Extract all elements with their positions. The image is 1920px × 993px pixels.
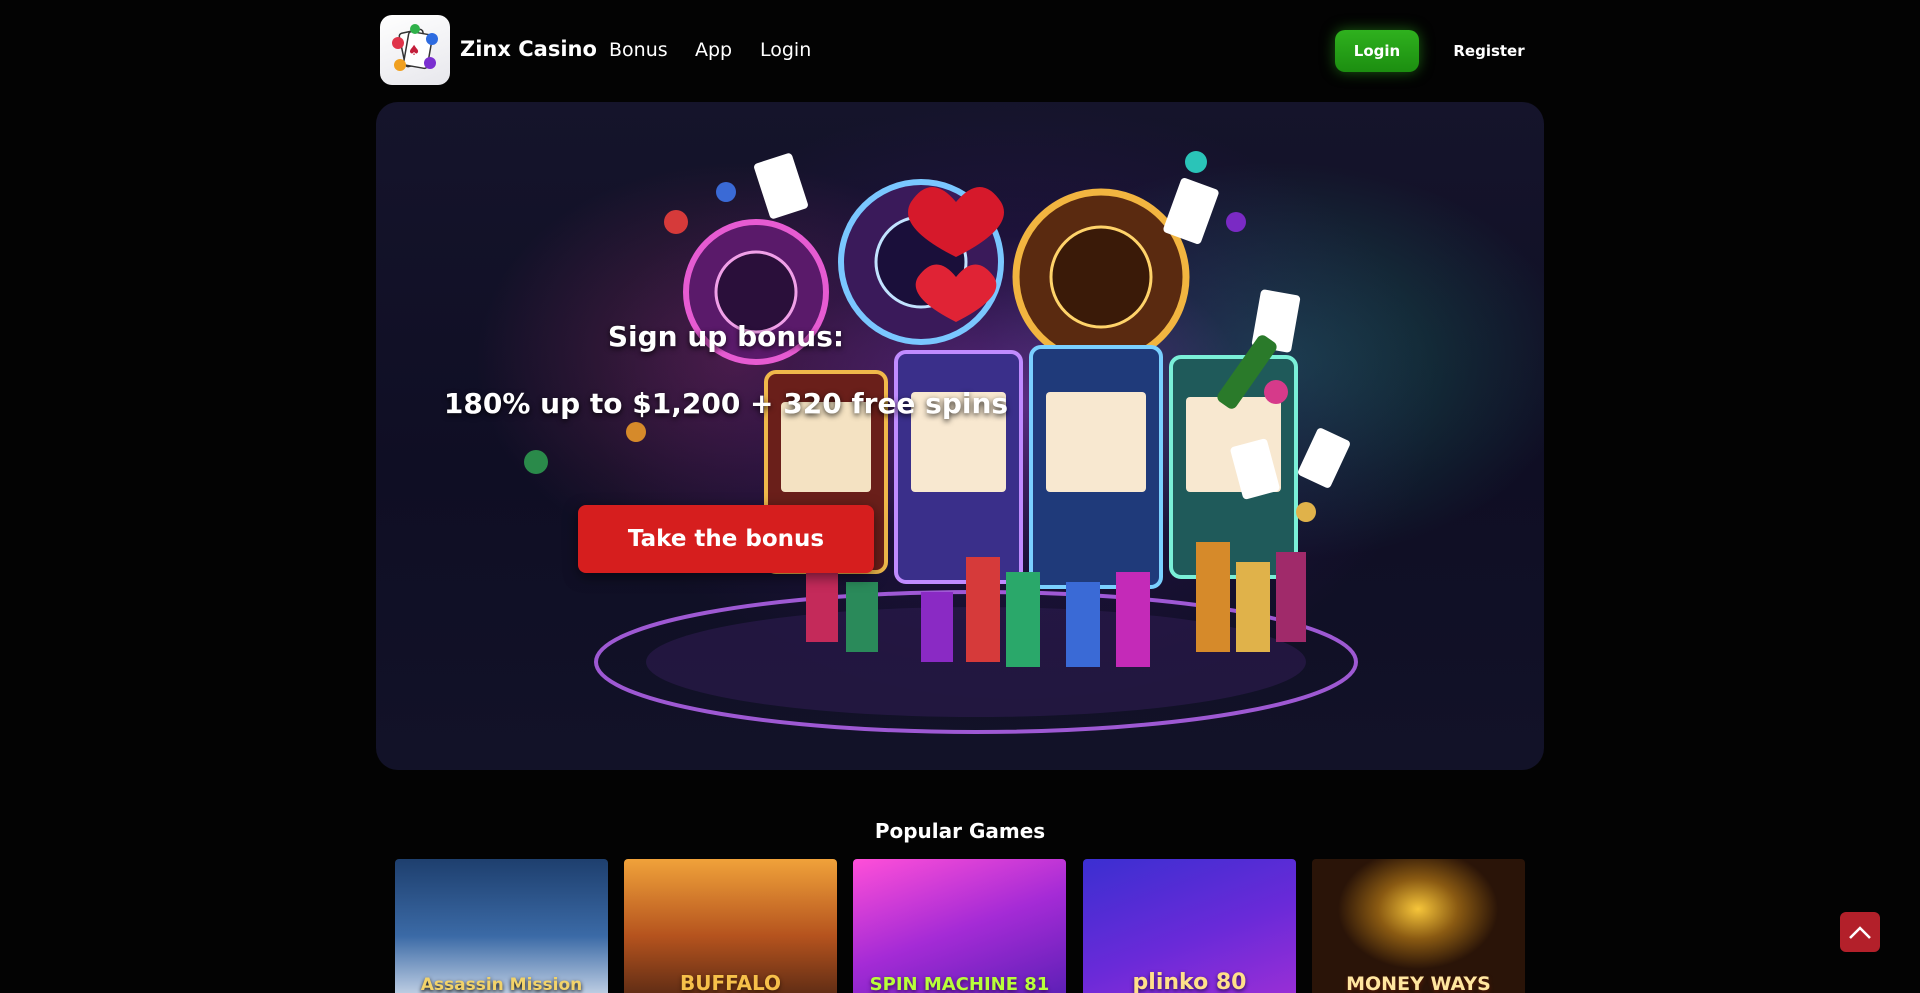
casino-logo-icon[interactable]: ♠ <box>380 15 450 85</box>
login-button[interactable]: Login <box>1335 30 1419 72</box>
site-header: ♠ Zinx Casino Bonus App Login Login Regi… <box>380 15 1525 85</box>
slot-machines-illustration <box>524 151 1358 734</box>
game-title: BUFFALO <box>679 971 782 993</box>
game-title: plinko 80 <box>1132 970 1247 993</box>
hero-title-line1: Sign up bonus: <box>607 320 845 353</box>
chevron-up-icon <box>1849 926 1871 939</box>
hero-title-line2: 180% up to $1,200 + 320 free spins <box>443 387 1009 420</box>
site-name[interactable]: Zinx Casino <box>460 37 597 61</box>
register-button[interactable]: Register <box>1447 30 1531 72</box>
svg-text:♠: ♠ <box>408 43 421 59</box>
hero-headline: Sign up bonus: 180% up to $1,200 + 320 f… <box>376 320 1076 420</box>
games-carousel: Assassin Mission BUFFALO SPIN MACHINE 81… <box>395 859 1525 993</box>
game-title: MONEY WAYS <box>1346 973 1491 993</box>
game-card[interactable]: plinko 80 <box>1083 859 1296 993</box>
hero-banner: Sign up bonus: 180% up to $1,200 + 320 f… <box>376 102 1544 770</box>
game-card[interactable]: SPIN MACHINE 81 <box>853 859 1066 993</box>
nav-bonus-link[interactable]: Bonus <box>609 39 668 61</box>
game-card[interactable]: BUFFALO <box>624 859 837 993</box>
take-bonus-button[interactable]: Take the bonus <box>578 505 874 573</box>
game-title: Assassin Mission <box>420 975 583 993</box>
nav-app-link[interactable]: App <box>695 39 732 61</box>
scroll-top-button[interactable] <box>1840 912 1880 952</box>
nav-login-link[interactable]: Login <box>760 39 811 61</box>
game-card[interactable]: Assassin Mission <box>395 859 608 993</box>
game-card[interactable]: MONEY WAYS <box>1312 859 1525 993</box>
game-title: SPIN MACHINE 81 <box>869 974 1050 993</box>
popular-games-title: Popular Games <box>874 819 1046 843</box>
